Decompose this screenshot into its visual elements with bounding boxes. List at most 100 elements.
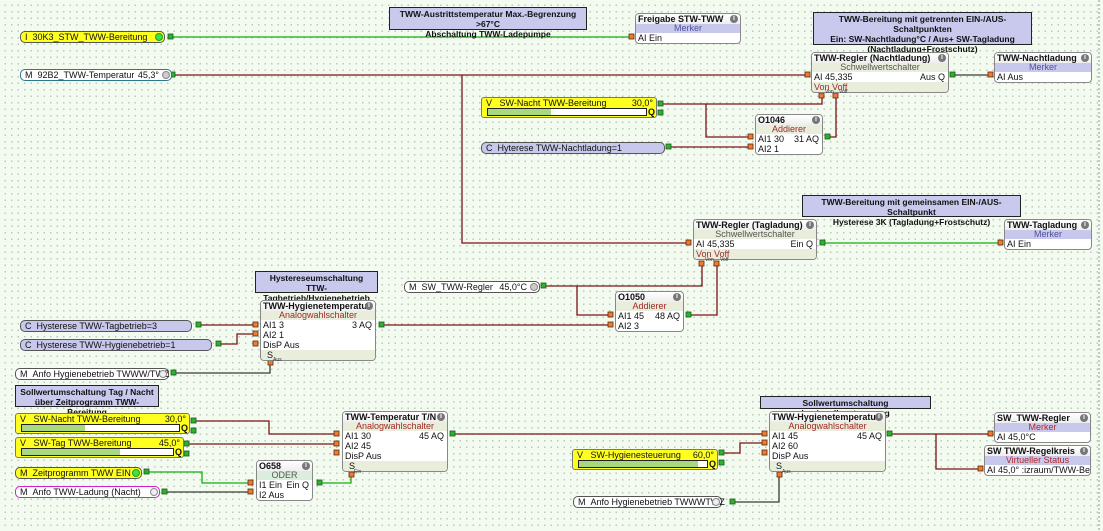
vinput-slider[interactable] — [21, 448, 174, 456]
block-freigabe-merker[interactable]: Freigabe STW-TWW i Merker AI Ein — [635, 13, 741, 44]
input-stw-bereitung[interactable]: I 30K3_STW_TWW-Bereitung — [20, 31, 165, 43]
info-icon[interactable]: i — [302, 462, 310, 470]
input-value: 45,3° — [137, 70, 159, 80]
comment-max-limit[interactable]: TWW-Austrittstemperatur Max.-Begrenzung … — [389, 7, 587, 39]
info-icon[interactable]: i — [1080, 414, 1088, 422]
block-type: Merker — [995, 423, 1090, 432]
output-label: 3 AQ — [351, 320, 372, 330]
info-icon[interactable]: i — [1080, 447, 1088, 455]
block-title: TWW-Hygienetemperatur — [263, 301, 371, 311]
block-title: SW_TWW-Regler — [997, 413, 1070, 423]
input-pin — [252, 330, 259, 337]
output-connector — [718, 449, 725, 456]
input-name: Anfo Hygienebetrieb TWWW/TWZ — [32, 369, 170, 379]
block-nachtladung-merker[interactable]: TWW-Nachtladung i Merker AI Aus — [994, 52, 1092, 83]
info-icon[interactable]: i — [1081, 221, 1089, 229]
comment-setpoint-day-night[interactable]: Sollwertumschaltung Tag / Nacht über Zei… — [15, 385, 159, 417]
vinput-name: V SW-Nacht TWW-Bereitung — [20, 414, 141, 424]
input-hysterese-tagbetrieb[interactable]: C Hysterese TWW-Tagbetrieb=3 — [20, 320, 192, 332]
vinput-slider[interactable] — [21, 424, 180, 432]
block-sw-regler-merker[interactable]: SW_TWW-Regler i Merker AI 45,0°C — [994, 412, 1091, 443]
block-regler-tagladung[interactable]: TWW-Regler (Tagladung) i Schwellwertschal… — [693, 219, 817, 260]
input-name: Hysterese TWW-Hygienebetrieb=1 — [36, 340, 176, 350]
vinput-slider[interactable] — [487, 108, 647, 116]
info-icon[interactable]: i — [730, 15, 738, 23]
input-pin — [987, 71, 994, 78]
input-hysterese-nachtladung[interactable]: C Hyterese TWW-Nachtladung=1 — [481, 142, 665, 154]
block-hygienetemperatur-2[interactable]: TWW-Hygienetemperatur i Analogwahlschalte… — [769, 411, 886, 472]
input-anfo-hygienebetrieb-2[interactable]: M Anfo Hygienebetrieb TWWWTWZ — [573, 496, 725, 508]
block-o1046-addierer[interactable]: O1046 i Addierer AI1 30 31 AQ AI2 1 — [755, 114, 823, 155]
comment-line: Abschaltung TWW-Ladepumpe — [425, 29, 551, 39]
block-title: TWW-Tagladung — [1007, 220, 1078, 230]
input-type: M — [25, 70, 33, 80]
block-io-row: I1 Ein Ein Q — [257, 480, 312, 490]
comment-common-switchpoint[interactable]: TWW-Bereitung mit gemeinsamen EIN-/AUS-S… — [802, 195, 1021, 227]
comment-legionella[interactable]: Sollwertumschaltung Legionellensteuerung — [760, 396, 931, 418]
input-label: AI1 45 — [618, 311, 645, 321]
info-icon[interactable]: i — [1081, 54, 1089, 62]
input-zeitprogramm[interactable]: M Zeitprogramm TWW EIN — [15, 467, 142, 479]
pin-label: Von — [705, 257, 714, 263]
block-input-row: AI 45,0° :izraum/TWW-Bereitu — [987, 465, 1090, 475]
slider-fill — [488, 109, 552, 115]
output-label: 45 AQ — [856, 431, 882, 441]
info-icon[interactable]: i — [673, 293, 681, 301]
info-icon — [162, 71, 170, 79]
block-o1050-addierer[interactable]: O1050 i Addierer AI1 45 48 AQ AI2 3 — [615, 291, 684, 332]
status-led-icon — [132, 469, 140, 477]
vinput-sw-nacht-1[interactable]: V SW-Nacht TWW-Bereitung 30,0° Q — [481, 97, 657, 118]
vinput-slider[interactable] — [578, 460, 708, 468]
block-sw-regelkreis-status[interactable]: SW TWW-Regelkreis i Virtueller Status AI … — [984, 445, 1091, 476]
input-name: Hyterese TWW-Nachtladung=1 — [497, 143, 622, 153]
output-connector — [143, 468, 150, 475]
info-icon[interactable]: i — [812, 116, 820, 124]
comment-separate-switchpoints[interactable]: TWW-Bereitung mit getrennten EIN-/AUS-Sc… — [813, 12, 1032, 54]
wire — [174, 364, 271, 374]
block-input-row: AI2 1 — [263, 330, 285, 340]
output-connector — [886, 430, 893, 437]
output-connector — [718, 459, 725, 466]
vinput-sw-nacht-2[interactable]: V SW-Nacht TWW-Bereitung 30,0° Q — [15, 413, 190, 434]
vinput-sw-hygiene[interactable]: V SW-Hygienesteuerung 60,0° Q — [572, 449, 718, 470]
block-input-row: AI2 1 — [758, 144, 780, 154]
input-type: V — [20, 438, 27, 448]
input-hysterese-hygienebetrieb[interactable]: C Hysterese TWW-Hygienebetrieb=1 — [20, 339, 212, 351]
output-connector — [449, 430, 456, 437]
block-temperatur-tn[interactable]: TWW-Temperatur T/N i Analogwahlschalter A… — [342, 411, 448, 472]
comment-line: Sollwertumschaltung Tag / Nacht — [20, 387, 154, 397]
block-tagladung-merker[interactable]: TWW-Tagladung i Merker AI Ein — [1004, 219, 1092, 250]
vinput-name: V SW-Nacht TWW-Bereitung — [486, 98, 607, 108]
info-icon[interactable]: i — [875, 413, 883, 421]
input-name: 92B2_TWW-Temperatur — [37, 70, 135, 80]
q-label: Q — [708, 459, 716, 469]
logic-canvas[interactable]: TWW-Austrittstemperatur Max.-Begrenzung … — [0, 0, 1103, 531]
input-type: C — [486, 143, 493, 153]
block-regler-nachtladung[interactable]: TWW-Regler (Nachtladung) i Schwellwertsch… — [811, 52, 949, 93]
block-title: TWW-Hygienetemperatur — [772, 412, 880, 422]
input-twww-temperatur[interactable]: M 92B2_TWW-Temperatur 45,3° — [20, 69, 172, 81]
info-icon[interactable]: i — [806, 221, 814, 229]
block-io-row: AI1 45 45 AQ — [770, 431, 885, 441]
output-connector — [685, 311, 692, 318]
output-connector — [170, 369, 177, 376]
input-name: Hysterese TWW-Tagbetrieb=3 — [36, 321, 157, 331]
output-label: Ein Q — [286, 480, 309, 490]
input-pin — [713, 260, 720, 267]
input-sw-twww-regler[interactable]: M SW_TWW-Regler 45,0°C — [404, 281, 540, 293]
input-label: AI1 45 — [772, 431, 799, 441]
comment-hysteresis-switch[interactable]: Hystereseumschaltung TTW-Tagbetrieb/Hygi… — [255, 271, 378, 303]
output-label: Ein Q — [790, 239, 813, 249]
input-anfo-hygienebetrieb[interactable]: M Anfo Hygienebetrieb TWWW/TWZ — [15, 368, 169, 380]
block-hygienetemperatur-1[interactable]: TWW-Hygienetemperatur i Analogwahlschalte… — [260, 300, 376, 361]
block-o658-oder[interactable]: O658 i ODER I1 Ein Ein Q I2 Aus — [256, 460, 313, 501]
input-anfo-ladung[interactable]: M Anfo TWW-Ladung (Nacht) — [15, 486, 160, 498]
info-icon — [530, 283, 538, 291]
vinput-sw-tag[interactable]: V SW-Tag TWW-Bereitung 45,0° Q — [15, 437, 184, 458]
info-icon[interactable]: i — [437, 413, 445, 421]
block-type: Addierer — [616, 302, 683, 311]
info-icon[interactable]: i — [938, 54, 946, 62]
info-icon[interactable]: i — [365, 302, 373, 310]
block-input-row: DisP Aus — [263, 340, 300, 350]
block-title: TWW-Nachtladung — [997, 53, 1077, 63]
